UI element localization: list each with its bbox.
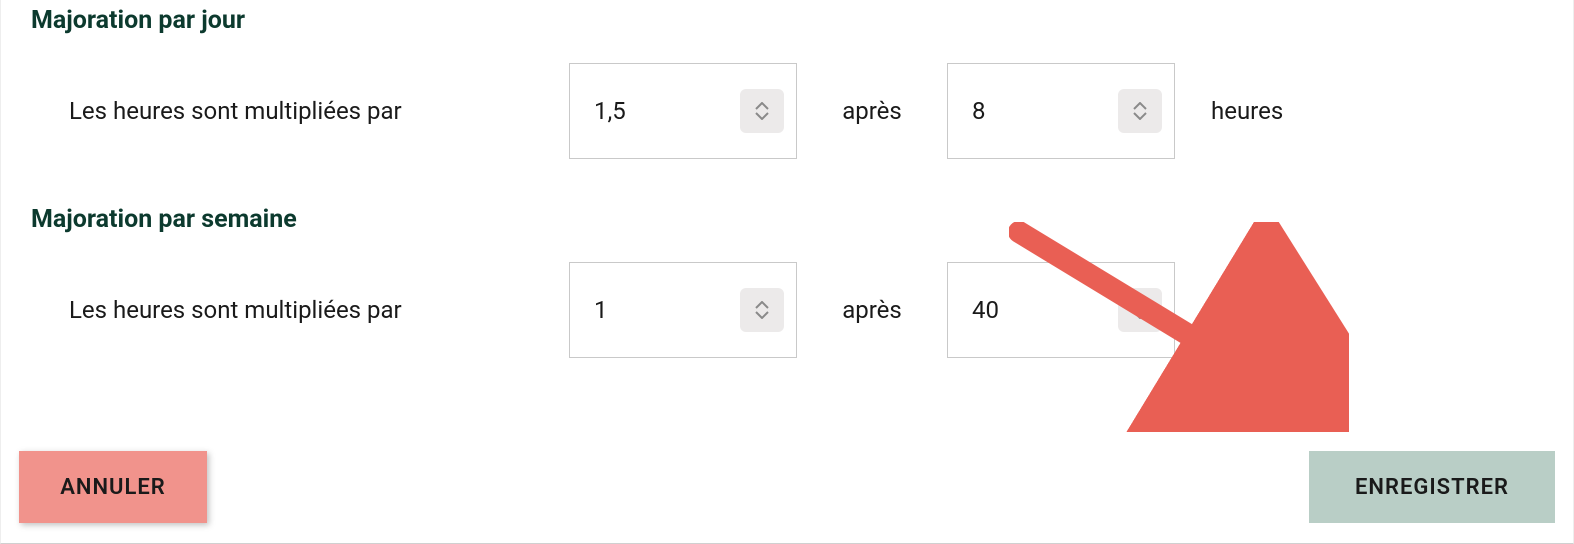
- stepper-icon[interactable]: [1118, 89, 1162, 133]
- daily-lead-label: Les heures sont multipliées par: [69, 97, 569, 125]
- weekly-mid-label: après: [797, 296, 947, 324]
- stepper-icon[interactable]: [740, 89, 784, 133]
- weekly-trail-label: heures: [1175, 296, 1283, 324]
- weekly-multiplier-input[interactable]: 1: [569, 262, 797, 358]
- weekly-lead-label: Les heures sont multipliées par: [69, 296, 569, 324]
- weekly-multiplier-value[interactable]: 1: [570, 296, 740, 324]
- button-bar: ANNULER ENREGISTRER: [1, 451, 1573, 523]
- daily-multiplier-input[interactable]: 1,5: [569, 63, 797, 159]
- save-button[interactable]: ENREGISTRER: [1309, 451, 1555, 523]
- daily-threshold-input[interactable]: 8: [947, 63, 1175, 159]
- daily-threshold-value[interactable]: 8: [948, 97, 1118, 125]
- weekly-threshold-value[interactable]: 40: [948, 296, 1118, 324]
- daily-row: Les heures sont multipliées par 1,5 aprè…: [31, 63, 1543, 199]
- weekly-row: Les heures sont multipliées par 1 après …: [31, 262, 1543, 398]
- daily-heading: Majoration par jour: [31, 0, 1543, 63]
- daily-multiplier-value[interactable]: 1,5: [570, 97, 740, 125]
- cancel-button[interactable]: ANNULER: [19, 451, 207, 523]
- daily-mid-label: après: [797, 97, 947, 125]
- stepper-icon[interactable]: [1118, 288, 1162, 332]
- weekly-heading: Majoration par semaine: [31, 199, 1543, 262]
- weekly-threshold-input[interactable]: 40: [947, 262, 1175, 358]
- stepper-icon[interactable]: [740, 288, 784, 332]
- daily-trail-label: heures: [1175, 97, 1283, 125]
